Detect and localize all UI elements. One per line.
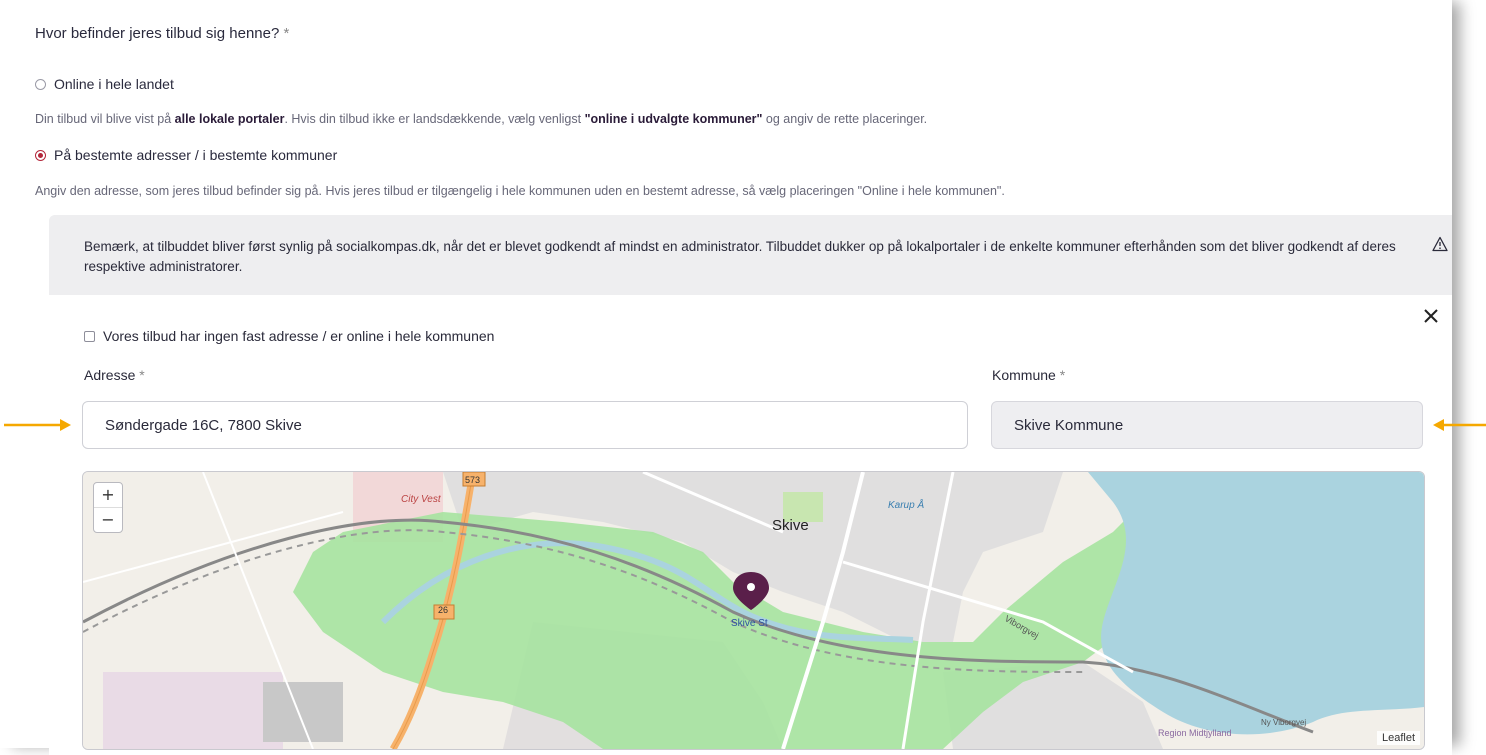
map-tiles [83, 472, 1424, 749]
help-bold: "online i udvalgte kommuner" [584, 112, 763, 126]
arrow-right-icon [4, 419, 71, 431]
zoom-out-button[interactable]: − [94, 507, 122, 532]
option-specific-addresses[interactable]: På bestemte adresser / i bestemte kommun… [35, 147, 337, 163]
map-label-ny-viborgvej: Ny Viborgvej [1261, 718, 1307, 727]
radio-online-country[interactable] [35, 78, 46, 90]
question-text: Hvor befinder jeres tilbud sig henne? [35, 25, 280, 42]
option-specific-addresses-label: På bestemte adresser / i bestemte kommun… [54, 147, 338, 163]
map-label-region: Region Midtjylland [1158, 728, 1232, 738]
close-icon[interactable] [1422, 307, 1440, 325]
map-zoom-control: + − [93, 482, 123, 533]
address-label: Adresse * [84, 367, 145, 383]
map-label-city-vest: City Vest [401, 494, 441, 505]
required-marker: * [139, 367, 145, 383]
map-label-station: Skive St [731, 618, 768, 629]
option-online-country[interactable]: Online i hele landet [35, 76, 174, 92]
help-bold: alle lokale portaler [174, 112, 285, 126]
zoom-in-button[interactable]: + [94, 483, 122, 507]
no-address-checkbox[interactable] [84, 330, 95, 342]
help-text: . Hvis din tilbud ikke er landsdækkende,… [284, 112, 585, 126]
map[interactable]: City Vest 573 26 Skive Skive St Karup Å … [82, 471, 1425, 750]
no-address-checkbox-row[interactable]: Vores tilbud har ingen fast adresse / er… [84, 328, 494, 344]
municipality-label-text: Kommune [992, 367, 1056, 383]
notice-text: Bemærk, at tilbuddet bliver først synlig… [84, 239, 1396, 274]
required-marker: * [1059, 367, 1066, 383]
warning-icon [1432, 236, 1448, 252]
online-country-help: Din tilbud vil blive vist på alle lokale… [35, 112, 927, 126]
help-text: og angiv de rette placeringer. [762, 112, 928, 126]
map-label-karup: Karup Å [888, 500, 925, 511]
required-marker: * [283, 25, 290, 42]
arrow-left-icon [1433, 419, 1486, 431]
map-attribution[interactable]: Leaflet [1376, 731, 1420, 745]
no-address-label: Vores tilbud har ingen fast adresse / er… [103, 328, 495, 344]
address-input[interactable] [82, 401, 968, 449]
help-text: Din tilbud vil blive vist på [35, 112, 175, 126]
municipality-input[interactable] [991, 401, 1423, 449]
specific-addresses-help: Angiv den adresse, som jeres tilbud befi… [35, 184, 1005, 198]
option-online-country-label: Online i hele landet [54, 76, 174, 92]
radio-specific-addresses[interactable] [35, 149, 46, 161]
location-question: Hvor befinder jeres tilbud sig henne? * [35, 25, 289, 42]
municipality-label: Kommune * [992, 367, 1065, 383]
map-label-road-26: 26 [438, 605, 449, 615]
address-label-text: Adresse [84, 367, 136, 383]
map-label-city: Skive [772, 517, 809, 534]
map-label-road-573: 573 [465, 475, 481, 485]
